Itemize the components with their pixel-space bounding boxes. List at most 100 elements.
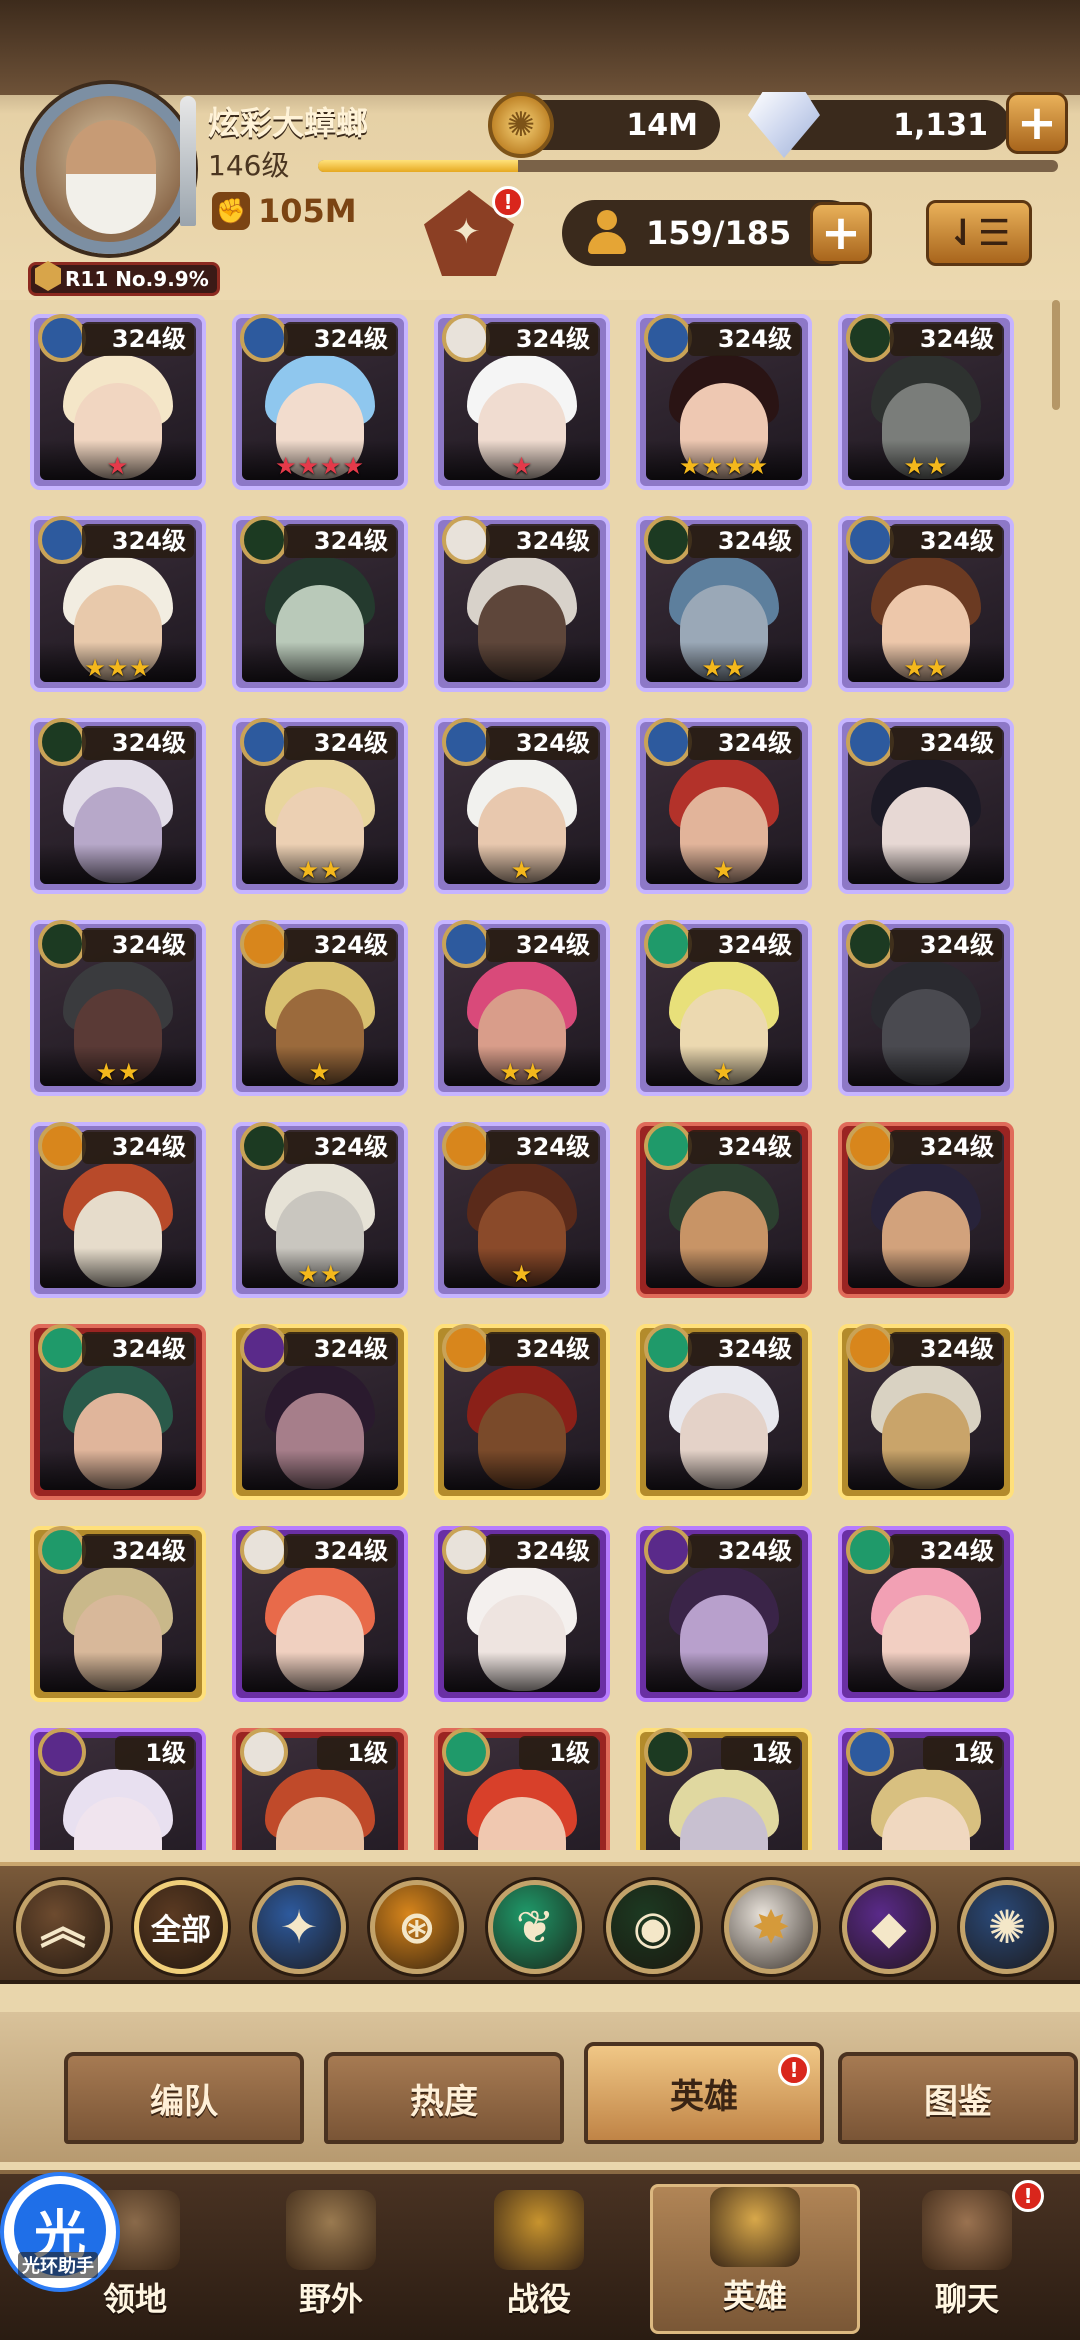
hero-card[interactable]: 324级 ★★ [434, 920, 610, 1096]
hero-card[interactable]: 1级 [838, 1728, 1014, 1850]
lightbearer-faction-icon [38, 516, 86, 564]
hero-level: 324级 [687, 1130, 800, 1164]
hero-card[interactable]: 324级 [636, 1122, 812, 1298]
hero-card[interactable]: 324级 ★ [434, 314, 610, 490]
nav-item-2[interactable]: 战役 [434, 2184, 644, 2334]
wilder-faction-icon [38, 1526, 86, 1574]
hero-level: 324级 [485, 322, 598, 356]
hero-card[interactable]: 324级 [30, 1526, 206, 1702]
expand-capacity-button[interactable]: + [810, 202, 872, 264]
hero-card[interactable]: 324级 ★★ [232, 718, 408, 894]
hero-card[interactable]: 324级 ★ [636, 718, 812, 894]
hero-stars: ★ [510, 856, 534, 884]
nav-label: 野外 [298, 2280, 363, 2318]
fist-icon: ✊ [212, 192, 250, 230]
hero-card[interactable]: 324级 ★★★★ [636, 314, 812, 490]
celestial-faction-icon [240, 1728, 288, 1776]
hero-card[interactable]: 1级 [232, 1728, 408, 1850]
hero-card[interactable]: 324级 ★★ [636, 516, 812, 692]
sort-button[interactable]: ⇃☰ [926, 200, 1032, 266]
hero-card[interactable]: 324级 [30, 718, 206, 894]
filter-hypogean-button[interactable]: ◆ [842, 1880, 936, 1974]
nav-item-3[interactable]: 英雄 [650, 2184, 860, 2334]
hero-card[interactable]: 324级 [232, 1324, 408, 1500]
hero-card[interactable]: 324级 [30, 1122, 206, 1298]
hero-card[interactable]: 324级 ★★★★ [232, 314, 408, 490]
filter-mauler-button[interactable]: ⊛ [370, 1880, 464, 1974]
celestial-icon: ✸ [751, 1900, 791, 1954]
hero-card[interactable]: 324级 [636, 1526, 812, 1702]
hero-card[interactable]: 324级 [232, 1526, 408, 1702]
graveborn-icon: ◉ [632, 1900, 674, 1954]
hero-card[interactable]: 324级 ★★ [232, 1122, 408, 1298]
filter-lightbearer-button[interactable]: ✦ [252, 1880, 346, 1974]
hero-card[interactable]: 324级 ★ [434, 718, 610, 894]
hero-card[interactable]: 1级 [30, 1728, 206, 1850]
wilder-faction-icon [644, 1324, 692, 1372]
hero-card[interactable]: 1级 [636, 1728, 812, 1850]
hypogean-faction-icon [38, 1728, 86, 1776]
player-level: 146级 [208, 149, 290, 182]
nav-item-1[interactable]: 野外 [226, 2184, 436, 2334]
rank-icon [35, 261, 61, 291]
add-gems-button[interactable]: + [1006, 92, 1068, 154]
hero-card[interactable]: 324级 [434, 516, 610, 692]
hero-level: 324级 [283, 1130, 396, 1164]
lightbearer-icon: ✦ [279, 1900, 319, 1954]
rank-text: R11 No.9.9% [65, 267, 209, 291]
player-avatar[interactable] [24, 84, 194, 254]
hero-card[interactable]: 324级 [434, 1324, 610, 1500]
chevron-up-icon: ︽ [40, 1900, 86, 1954]
hero-card[interactable]: 324级 [838, 1324, 1014, 1500]
hero-level: 324级 [485, 1332, 598, 1366]
wilder-faction-icon [644, 1122, 692, 1170]
hero-card[interactable]: 324级 [838, 1526, 1014, 1702]
hero-card[interactable]: 324级 [30, 1324, 206, 1500]
filter-dimensional-button[interactable]: ✺ [960, 1880, 1054, 1974]
subtab-0[interactable]: 编队 [64, 2052, 304, 2144]
graveborn-faction-icon [846, 314, 894, 362]
hero-card[interactable]: 324级 ★★ [30, 920, 206, 1096]
hero-card[interactable]: 324级 ★ [30, 314, 206, 490]
hero-card[interactable]: 324级 [434, 1526, 610, 1702]
nav-label: 聊天 [934, 2280, 999, 2318]
hero-card[interactable]: 324级 [838, 920, 1014, 1096]
rank-badge[interactable]: R11 No.9.9% [28, 261, 220, 296]
hero-level: 324级 [687, 524, 800, 558]
hero-card[interactable]: 324级 [636, 1324, 812, 1500]
hero-subtabs: 编队 热度 英雄 图鉴 [0, 2012, 1080, 2162]
hero-level: 324级 [283, 1534, 396, 1568]
hero-card[interactable]: 324级 ★★ [838, 314, 1014, 490]
subtab-1[interactable]: 热度 [324, 2052, 564, 2144]
filter-wilder-button[interactable]: ❦ [488, 1880, 582, 1974]
hero-level: 1级 [115, 1736, 194, 1770]
hero-level: 324级 [485, 1534, 598, 1568]
graveborn-faction-icon [644, 516, 692, 564]
nav-item-4[interactable]: 聊天 [862, 2184, 1072, 2334]
hero-card[interactable]: 324级 ★★ [838, 516, 1014, 692]
filter-celestial-button[interactable]: ✸ [724, 1880, 818, 1974]
hero-card[interactable]: 324级 [838, 718, 1014, 894]
hero-card[interactable]: 1级 [434, 1728, 610, 1850]
hero-card[interactable]: 324级 ★ [434, 1122, 610, 1298]
lightbearer-faction-icon [846, 718, 894, 766]
filter-graveborn-button[interactable]: ◉ [606, 1880, 700, 1974]
hero-card[interactable]: 324级 ★★★ [30, 516, 206, 692]
hero-card[interactable]: 324级 ★ [232, 920, 408, 1096]
xp-progress-fill [318, 160, 518, 172]
hero-card[interactable]: 324级 [232, 516, 408, 692]
hero-card[interactable]: 324级 ★ [636, 920, 812, 1096]
lightbearer-faction-icon [644, 718, 692, 766]
filter-all-button[interactable]: 全部 [134, 1880, 228, 1974]
sword-icon [180, 96, 196, 226]
hero-card[interactable]: 324级 [838, 1122, 1014, 1298]
map-scroll-icon [286, 2190, 376, 2270]
scrollbar-thumb[interactable] [1052, 300, 1060, 410]
hero-stars: ★★★★ [678, 452, 770, 480]
hero-level: 324级 [889, 1332, 1002, 1366]
hero-level: 324级 [889, 524, 1002, 558]
hypogean-faction-icon [240, 1324, 288, 1372]
filter-collapse-button[interactable]: ︽ [16, 1880, 110, 1974]
subtab-3[interactable]: 图鉴 [838, 2052, 1078, 2144]
chat-icon [922, 2190, 1012, 2270]
